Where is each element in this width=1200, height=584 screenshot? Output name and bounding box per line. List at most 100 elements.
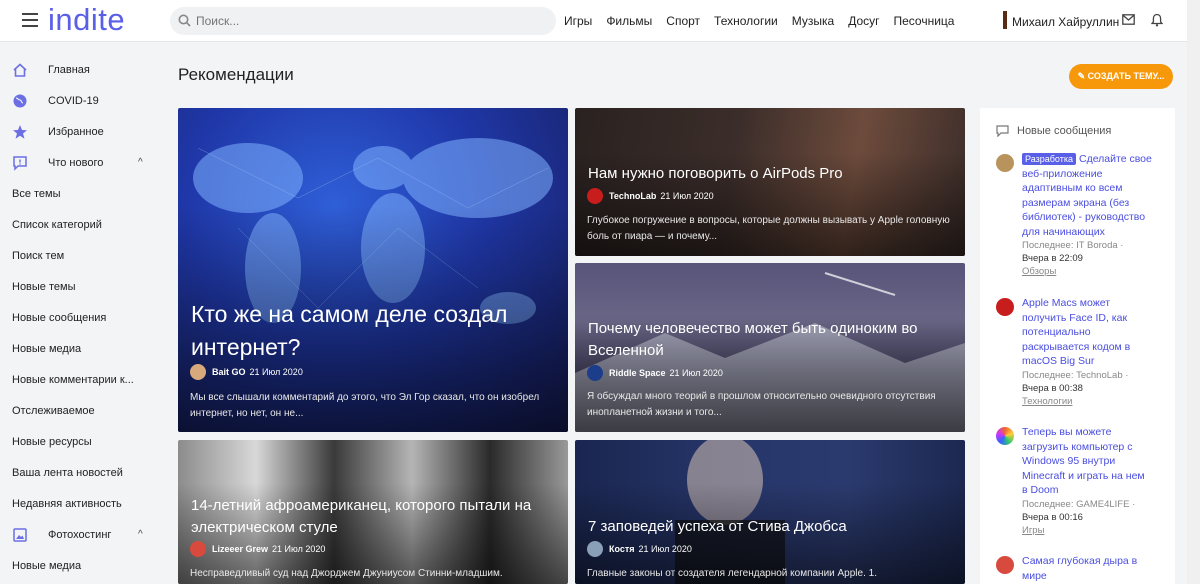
sidebar-item-favorites[interactable]: Избранное <box>0 117 160 148</box>
message-category[interactable]: Обзоры <box>1022 265 1152 280</box>
avatar[interactable] <box>996 298 1014 316</box>
sidebar-item-categories[interactable]: Список категорий <box>0 210 160 241</box>
message-title[interactable]: Apple Macs может получить Face ID, как п… <box>1022 297 1130 367</box>
avatar <box>587 188 603 204</box>
sidebar-item-label: COVID-19 <box>48 95 99 107</box>
last-poster[interactable]: Последнее: IT Boroda <box>1022 240 1118 251</box>
sidebar-item-whats-new[interactable]: Что нового ^ <box>0 148 160 179</box>
card-meta: Bait GO 21 Июл 2020 <box>190 364 303 380</box>
card-date: 21 Июл 2020 <box>669 368 723 378</box>
search-input[interactable] <box>196 7 546 35</box>
sidebar-item-label: Ваша лента новостей <box>12 467 123 479</box>
nav-item-sandbox[interactable]: Песочница <box>894 14 955 28</box>
article-card[interactable]: 7 заповедей успеха от Стива Джобса Костя… <box>575 440 965 584</box>
nav-item-tech[interactable]: Технологии <box>714 14 778 28</box>
card-author[interactable]: Lizeeer Grew <box>212 544 268 554</box>
sidebar-item-label: Главная <box>48 64 90 76</box>
message-time: Вчера в 22:09 <box>1022 253 1083 264</box>
message-title[interactable]: Самая глубокая дыра в мире <box>1022 555 1137 582</box>
card-title[interactable]: Нам нужно поговорить о AirPods Pro <box>588 164 948 184</box>
card-meta: Lizeeer Grew 21 Июл 2020 <box>190 541 325 557</box>
card-title[interactable]: Кто же на самом деле создал интернет? <box>191 298 561 364</box>
chevron-up-icon[interactable]: ^ <box>138 529 143 540</box>
sidebar-item-label: Новые темы <box>12 281 76 293</box>
card-author[interactable]: TechnoLab <box>609 191 656 201</box>
nav-item-leisure[interactable]: Досуг <box>848 14 879 28</box>
username: Михаил Хайруллин <box>1012 14 1120 29</box>
sidebar-item-home[interactable]: Главная <box>0 55 160 86</box>
nav-item-films[interactable]: Фильмы <box>606 14 652 28</box>
main-nav: Игры Фильмы Спорт Технологии Музыка Досуг Песо… <box>564 14 968 28</box>
avatar[interactable] <box>996 154 1014 172</box>
avatar[interactable] <box>996 427 1014 445</box>
sidebar-item-recent-activity[interactable]: Недавняя активность <box>0 489 160 520</box>
search-icon <box>178 14 191 27</box>
sidebar-item-new-comments[interactable]: Новые комментарии к... <box>0 365 160 396</box>
avatar <box>1003 11 1007 29</box>
card-title[interactable]: 14-летний афроамериканец, которого пытал… <box>191 495 561 539</box>
message-category[interactable]: Игры <box>1022 524 1152 539</box>
card-meta: Костя 21 Июл 2020 <box>587 541 692 557</box>
chat-icon <box>13 156 27 171</box>
sidebar-item-label: Поиск тем <box>12 250 65 262</box>
card-excerpt: Мы все слышали комментарий до этого, что… <box>190 392 540 419</box>
scrollbar[interactable] <box>1187 0 1200 584</box>
message-title[interactable]: Сделайте свое веб-приложение адаптивным … <box>1022 153 1152 238</box>
article-card[interactable]: 14-летний афроамериканец, которого пытал… <box>178 440 568 584</box>
top-bar: indite Игры Фильмы Спорт Технологии Музыка До… <box>0 0 1200 42</box>
create-topic-button[interactable]: ✎ СОЗДАТЬ ТЕМУ... <box>1069 64 1173 89</box>
card-author[interactable]: Riddle Space <box>609 368 666 378</box>
avatar[interactable] <box>996 556 1014 574</box>
last-poster[interactable]: Последнее: TechnoLab <box>1022 370 1123 381</box>
new-messages-panel: Новые сообщения Разработка Сделайте свое … <box>980 108 1175 584</box>
sidebar-item-label: Новые медиа <box>12 560 82 572</box>
nav-item-music[interactable]: Музыка <box>792 14 834 28</box>
user-menu[interactable]: Михаил Хайруллин <box>1003 11 1120 29</box>
sidebar: Главная COVID-19 Избранное Что нового ^ … <box>0 55 160 582</box>
card-date: 21 Июл 2020 <box>660 191 714 201</box>
article-card[interactable]: Нам нужно поговорить о AirPods Pro Techn… <box>575 108 965 256</box>
mail-icon[interactable] <box>1122 14 1135 25</box>
card-author[interactable]: Костя <box>609 544 635 554</box>
card-title[interactable]: 7 заповедей успеха от Стива Джобса <box>588 517 958 537</box>
card-date: 21 Июл 2020 <box>638 544 692 554</box>
sidebar-item-new-media-photo[interactable]: Новые медиа <box>0 551 160 582</box>
avatar <box>190 364 206 380</box>
message-category[interactable]: Технологии <box>1022 395 1152 410</box>
card-date: 21 Июл 2020 <box>272 544 326 554</box>
sidebar-item-search-topics[interactable]: Поиск тем <box>0 241 160 272</box>
sidebar-item-new-media[interactable]: Новые медиа <box>0 334 160 365</box>
panel-heading: Новые сообщения <box>996 125 1111 137</box>
last-poster[interactable]: Последнее: GAME4LIFE <box>1022 499 1129 510</box>
globe-icon <box>13 94 27 108</box>
sidebar-item-new-resources[interactable]: Новые ресурсы <box>0 427 160 458</box>
article-card[interactable]: Почему человечество может быть одиноким … <box>575 263 965 432</box>
sidebar-item-covid[interactable]: COVID-19 <box>0 86 160 117</box>
star-icon <box>13 125 27 139</box>
sidebar-item-news-feed[interactable]: Ваша лента новостей <box>0 458 160 489</box>
prefix-badge[interactable]: Разработка <box>1022 153 1076 165</box>
menu-icon[interactable] <box>22 13 38 27</box>
message-time: Вчера в 00:38 <box>1022 382 1083 394</box>
message-title[interactable]: Теперь вы можете загрузить компьютер с W… <box>1022 426 1145 496</box>
card-excerpt: Несправедливый суд над Джорджем Джуниусо… <box>190 568 503 579</box>
logo[interactable]: indite <box>48 2 125 38</box>
chat-icon <box>996 125 1009 137</box>
sidebar-item-label: Что нового <box>48 157 104 169</box>
sidebar-item-new-topics[interactable]: Новые темы <box>0 272 160 303</box>
sidebar-item-watched[interactable]: Отслеживаемое <box>0 396 160 427</box>
search-box[interactable] <box>170 7 556 35</box>
sidebar-item-new-messages[interactable]: Новые сообщения <box>0 303 160 334</box>
card-title[interactable]: Почему человечество может быть одиноким … <box>588 318 958 362</box>
home-icon <box>13 63 27 77</box>
chevron-up-icon[interactable]: ^ <box>138 157 143 168</box>
sidebar-item-photo-hosting[interactable]: Фотохостинг ^ <box>0 520 160 551</box>
card-author[interactable]: Bait GO <box>212 367 246 377</box>
featured-card[interactable]: Кто же на самом деле создал интернет? Ba… <box>178 108 568 432</box>
card-meta: TechnoLab 21 Июл 2020 <box>587 188 714 204</box>
card-excerpt: Глубокое погружение в вопросы, которые д… <box>587 215 950 242</box>
nav-item-sport[interactable]: Спорт <box>666 14 700 28</box>
bell-icon[interactable] <box>1151 13 1163 27</box>
sidebar-item-all-topics[interactable]: Все темы <box>0 179 160 210</box>
nav-item-games[interactable]: Игры <box>564 14 592 28</box>
